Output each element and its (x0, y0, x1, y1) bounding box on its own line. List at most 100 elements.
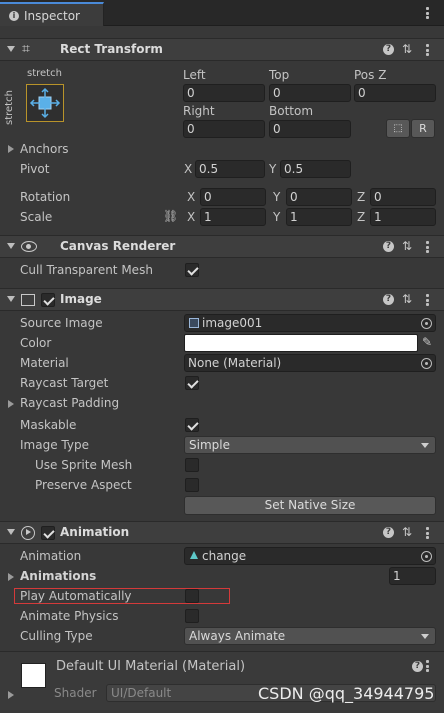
component-menu-icon[interactable] (426, 241, 430, 253)
inspector-tab-bar: i Inspector (0, 0, 444, 26)
culling-type-dropdown[interactable]: Always Animate (184, 627, 436, 645)
animation-enabled-checkbox[interactable] (41, 526, 55, 540)
bottom-input[interactable]: 0 (269, 120, 351, 138)
canvas-renderer-header[interactable]: Canvas Renderer ? ⇅ (0, 235, 444, 258)
pos-z-input[interactable]: 0 (354, 84, 436, 102)
help-icon[interactable]: ? (383, 241, 394, 252)
pivot-y-input[interactable]: 0.5 (280, 160, 351, 178)
blueprint-mode-button[interactable]: ⬚ (386, 119, 410, 138)
right-label: Right (183, 104, 215, 118)
image-title: Image (60, 292, 102, 306)
animation-header[interactable]: Animation ? ⇅ (0, 521, 444, 544)
component-menu-icon[interactable] (426, 44, 430, 56)
rotation-x-input[interactable]: 0 (200, 188, 266, 206)
image-type-dropdown[interactable]: Simple (184, 436, 436, 454)
rect-transform-header[interactable]: ⌗ Rect Transform ? ⇅ (0, 38, 444, 61)
color-swatch[interactable] (184, 334, 418, 352)
rotation-z-label: Z (357, 190, 366, 204)
play-automatically-label: Play Automatically (20, 589, 132, 603)
eyedropper-icon[interactable]: ✎ (422, 335, 432, 349)
foldout-arrow-icon[interactable] (7, 529, 15, 535)
presets-icon[interactable]: ⇅ (402, 239, 412, 253)
anchors-foldout-icon[interactable] (8, 145, 14, 153)
raycast-padding-label[interactable]: Raycast Padding (20, 396, 119, 410)
cull-transparent-mesh-checkbox[interactable] (185, 263, 199, 277)
material-foldout-icon[interactable] (8, 691, 14, 699)
component-menu-icon[interactable] (426, 527, 430, 539)
cull-transparent-mesh-label: Cull Transparent Mesh (20, 263, 153, 277)
left-input[interactable]: 0 (183, 84, 265, 102)
component-menu-icon[interactable] (426, 660, 430, 672)
play-automatically-checkbox[interactable] (185, 589, 199, 603)
pivot-x-input[interactable]: 0.5 (195, 160, 265, 178)
object-picker-icon[interactable] (421, 318, 432, 329)
right-input[interactable]: 0 (183, 120, 265, 138)
pos-z-label: Pos Z (354, 68, 387, 82)
constrain-proportions-icon[interactable]: ⛓ (163, 209, 178, 223)
top-input[interactable]: 0 (269, 84, 351, 102)
tab-inspector[interactable]: i Inspector (0, 2, 104, 26)
help-icon[interactable]: ? (383, 294, 394, 305)
bottom-label: Bottom (269, 104, 314, 118)
scale-x-label: X (187, 210, 196, 224)
image-component-icon (21, 294, 35, 306)
image-header[interactable]: Image ? ⇅ (0, 288, 444, 311)
anchor-preset-button[interactable] (26, 84, 64, 122)
help-icon[interactable]: ? (412, 661, 423, 672)
anchors-label[interactable]: Anchors (20, 142, 69, 156)
component-menu-icon[interactable] (426, 294, 430, 306)
animations-label[interactable]: Animations (20, 569, 96, 583)
info-icon: i (9, 11, 19, 21)
object-picker-icon[interactable] (421, 358, 432, 369)
raycast-padding-foldout-icon[interactable] (8, 400, 14, 408)
rotation-z-input[interactable]: 0 (370, 188, 436, 206)
image-enabled-checkbox[interactable] (41, 293, 55, 307)
scale-z-input[interactable]: 1 (370, 208, 436, 226)
source-image-label: Source Image (20, 316, 103, 330)
set-native-size-button[interactable]: Set Native Size (184, 496, 436, 515)
source-image-field[interactable]: image001 (184, 314, 436, 332)
help-icon[interactable]: ? (383, 44, 394, 55)
animations-count-input[interactable]: 1 (389, 567, 436, 585)
animations-foldout-icon[interactable] (8, 573, 14, 581)
presets-icon[interactable]: ⇅ (402, 292, 412, 306)
animation-clip-value: change (202, 549, 247, 563)
animation-clip-icon (190, 551, 198, 559)
use-sprite-mesh-label: Use Sprite Mesh (35, 458, 133, 472)
animate-physics-checkbox[interactable] (185, 609, 199, 623)
animation-clip-field[interactable]: change (184, 547, 436, 565)
anchor-preset-vertical-label: stretch (4, 90, 15, 125)
eye-icon (21, 241, 37, 252)
material-preview-thumbnail (21, 663, 46, 688)
presets-icon[interactable]: ⇅ (402, 525, 412, 539)
maskable-checkbox[interactable] (185, 418, 199, 432)
object-picker-icon[interactable] (421, 551, 432, 562)
material-field[interactable]: None (Material) (184, 354, 436, 372)
shader-label: Shader (54, 686, 97, 700)
pivot-y-label: Y (269, 162, 277, 176)
preserve-aspect-label: Preserve Aspect (35, 478, 132, 492)
color-label: Color (20, 336, 52, 350)
foldout-arrow-icon[interactable] (7, 243, 15, 249)
preserve-aspect-checkbox[interactable] (185, 478, 199, 492)
pivot-x-label: X (184, 162, 193, 176)
presets-icon[interactable]: ⇅ (402, 42, 412, 56)
scale-y-input[interactable]: 1 (286, 208, 352, 226)
animation-clip-label: Animation (20, 549, 82, 563)
foldout-arrow-icon[interactable] (7, 296, 15, 302)
rotation-y-input[interactable]: 0 (286, 188, 352, 206)
maskable-label: Maskable (20, 418, 77, 432)
material-title: Default UI Material (Material) (56, 659, 246, 674)
raw-edit-button[interactable]: R (411, 119, 435, 138)
scale-x-input[interactable]: 1 (200, 208, 266, 226)
image-type-value: Simple (189, 438, 230, 452)
culling-type-label: Culling Type (20, 629, 93, 643)
use-sprite-mesh-checkbox[interactable] (185, 458, 199, 472)
raycast-target-checkbox[interactable] (185, 376, 199, 390)
foldout-arrow-icon[interactable] (7, 46, 15, 52)
animate-physics-label: Animate Physics (20, 609, 119, 623)
more-options-icon[interactable] (426, 7, 430, 19)
help-icon[interactable]: ? (383, 527, 394, 538)
tab-inspector-label: Inspector (24, 9, 80, 23)
rect-transform-title: Rect Transform (60, 42, 163, 56)
